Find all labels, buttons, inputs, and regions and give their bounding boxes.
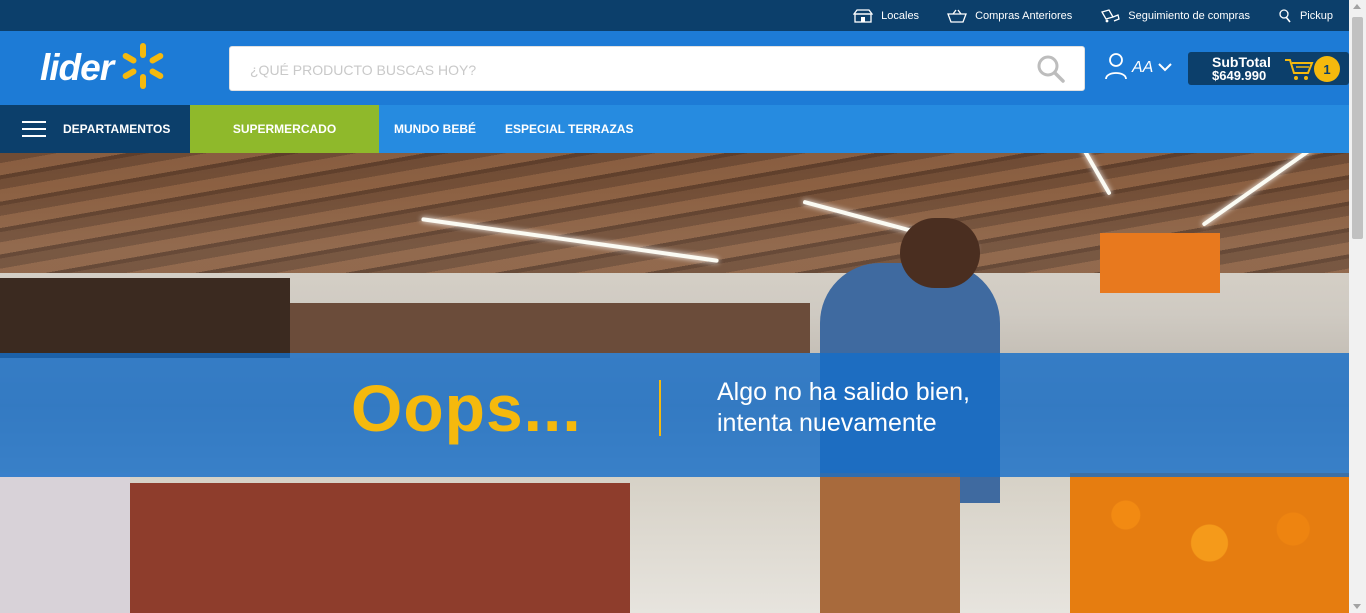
cart-count-badge: 1 bbox=[1314, 56, 1340, 82]
search-box bbox=[229, 46, 1085, 92]
scroll-up-icon[interactable] bbox=[1353, 4, 1361, 9]
user-icon bbox=[1104, 52, 1128, 85]
search-button[interactable] bbox=[1036, 54, 1066, 84]
search-icon bbox=[1036, 55, 1066, 88]
hero-flower-stand-decoration bbox=[130, 483, 630, 613]
cart-button[interactable]: SubTotal $649.990 1 bbox=[1188, 52, 1349, 85]
main-header: lider AA bbox=[0, 31, 1349, 105]
compras-anteriores-label: Compras Anteriores bbox=[975, 9, 1073, 22]
hero-shelf-decoration bbox=[290, 303, 810, 353]
nav-item-especial-terrazas[interactable]: ESPECIAL TERRAZAS bbox=[505, 105, 633, 153]
error-message: Algo no ha salido bien, intenta nuevamen… bbox=[717, 377, 970, 439]
banner-divider bbox=[659, 380, 661, 436]
search-input[interactable] bbox=[248, 47, 1022, 92]
basket-icon bbox=[947, 9, 968, 23]
pickup-icon bbox=[1278, 8, 1292, 23]
hero-sign-decoration bbox=[1100, 233, 1220, 293]
account-menu[interactable]: AA bbox=[1104, 52, 1173, 85]
nav-item-supermercado[interactable]: SUPERMERCADO bbox=[190, 105, 379, 153]
top-utility-bar: Locales Compras Anteriores Seguimiento d… bbox=[0, 0, 1349, 31]
truck-icon bbox=[1100, 8, 1121, 23]
pickup-label: Pickup bbox=[1299, 9, 1333, 22]
cart-icon bbox=[1284, 57, 1314, 86]
logo-text: lider bbox=[40, 47, 114, 88]
seguimiento-link[interactable]: Seguimiento de compras bbox=[1100, 8, 1250, 23]
hero-shopper-head-decoration bbox=[900, 218, 980, 288]
vertical-scrollbar[interactable] bbox=[1349, 0, 1366, 613]
hero-shopper-legs-decoration bbox=[820, 473, 960, 613]
compras-anteriores-link[interactable]: Compras Anteriores bbox=[947, 9, 1072, 23]
error-banner: Oops... Algo no ha salido bien, intenta … bbox=[0, 353, 1349, 477]
departments-label: DEPARTAMENTOS bbox=[63, 122, 171, 136]
error-hero: Oops... Algo no ha salido bien, intenta … bbox=[0, 153, 1349, 613]
store-icon bbox=[853, 8, 874, 23]
cart-subtotal: SubTotal $649.990 bbox=[1212, 55, 1271, 83]
seguimiento-label: Seguimiento de compras bbox=[1128, 9, 1250, 22]
pickup-link[interactable]: Pickup bbox=[1278, 8, 1333, 23]
locales-link[interactable]: Locales bbox=[853, 8, 920, 23]
error-title: Oops... bbox=[351, 371, 582, 445]
hamburger-icon bbox=[22, 116, 46, 142]
spark-icon bbox=[113, 40, 169, 97]
scroll-down-icon[interactable] bbox=[1353, 604, 1361, 609]
chevron-down-icon bbox=[1157, 59, 1173, 77]
hero-oranges-decoration bbox=[1070, 473, 1349, 613]
error-message-line-2: intenta nuevamente bbox=[717, 409, 937, 437]
locales-label: Locales bbox=[881, 9, 920, 22]
subtotal-amount: $649.990 bbox=[1212, 67, 1267, 83]
category-nav: DEPARTAMENTOS SUPERMERCADO MUNDO BEBÉ ES… bbox=[0, 105, 1349, 153]
scroll-thumb[interactable] bbox=[1352, 17, 1363, 239]
error-message-line-1: Algo no ha salido bien, bbox=[717, 378, 970, 406]
account-initials: AA bbox=[1132, 59, 1154, 76]
nav-item-mundo-bebe[interactable]: MUNDO BEBÉ bbox=[394, 105, 476, 153]
departments-menu-button[interactable]: DEPARTAMENTOS bbox=[0, 105, 190, 153]
hero-shelf-decoration bbox=[0, 278, 290, 358]
subtotal-label: SubTotal bbox=[1212, 53, 1271, 70]
lider-logo[interactable]: lider bbox=[40, 41, 192, 95]
top-links: Locales Compras Anteriores Seguimiento d… bbox=[853, 0, 1333, 31]
hero-shelf-decoration bbox=[0, 473, 130, 613]
